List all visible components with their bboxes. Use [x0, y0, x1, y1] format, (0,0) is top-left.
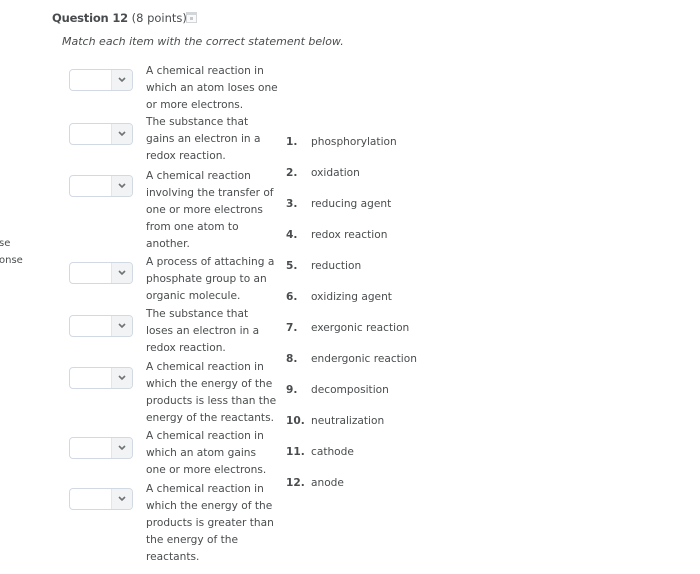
choice-label: exergonic reaction — [311, 322, 410, 334]
choice-number: 7. — [286, 322, 298, 334]
choice-number: 11. — [286, 446, 305, 458]
choice-item: 12. anode — [286, 477, 344, 489]
question-points: (8 points) — [131, 11, 187, 25]
match-select[interactable] — [69, 175, 133, 197]
statement-text: A chemical reaction in which the energy … — [146, 361, 277, 424]
choice-item: 9. decomposition — [286, 384, 389, 396]
chevron-down-icon — [111, 124, 132, 144]
chevron-down-icon — [111, 489, 132, 509]
sidebar-fragment: se — [0, 238, 11, 249]
choice-label: phosphorylation — [311, 136, 397, 148]
choice-item: 3. reducing agent — [286, 198, 391, 210]
sidebar-fragment: onse — [0, 255, 23, 266]
choice-label: neutralization — [311, 415, 385, 427]
choice-label: reducing agent — [311, 198, 392, 210]
match-select[interactable] — [69, 69, 133, 91]
chevron-down-icon — [111, 438, 132, 458]
choice-number: 10. — [286, 415, 305, 427]
match-select[interactable] — [69, 315, 133, 337]
choice-item: 4. redox reaction — [286, 229, 387, 241]
choice-number: 1. — [286, 136, 298, 148]
statement-text: A chemical reaction in which an atom gai… — [146, 430, 267, 476]
match-select[interactable] — [69, 437, 133, 459]
statement-text: A chemical reaction involving the transf… — [146, 170, 274, 250]
choice-item: 10. neutralization — [286, 415, 384, 427]
choice-label: reduction — [311, 260, 362, 272]
choice-item: 7. exergonic reaction — [286, 322, 409, 334]
chevron-down-icon — [111, 368, 132, 388]
choice-item: 5. reduction — [286, 260, 361, 272]
choice-item: 8. endergonic reaction — [286, 353, 417, 365]
chevron-down-icon — [111, 263, 132, 283]
choice-number: 5. — [286, 260, 298, 272]
choice-label: oxidation — [311, 167, 360, 179]
chevron-down-icon — [111, 316, 132, 336]
match-select[interactable] — [69, 367, 133, 389]
bookmark-flag-icon[interactable] — [186, 12, 197, 23]
choice-label: oxidizing agent — [311, 291, 392, 303]
statement-text: A chemical reaction in which the energy … — [146, 483, 274, 563]
statement-text: The substance that gains an electron in … — [146, 116, 261, 162]
choice-label: cathode — [311, 446, 354, 458]
choice-number: 8. — [286, 353, 298, 365]
chevron-down-icon — [111, 70, 132, 90]
choice-number: 2. — [286, 167, 298, 179]
statement-text: A chemical reaction in which an atom los… — [146, 65, 278, 111]
choice-label: decomposition — [311, 384, 389, 396]
choice-item: 11. cathode — [286, 446, 354, 458]
choice-number: 3. — [286, 198, 298, 210]
choice-number: 4. — [286, 229, 298, 241]
match-select[interactable] — [69, 488, 133, 510]
choice-number: 12. — [286, 477, 305, 489]
choice-item: 2. oxidation — [286, 167, 360, 179]
choice-label: endergonic reaction — [311, 353, 417, 365]
statement-text: A process of attaching a phosphate group… — [146, 256, 275, 302]
choice-item: 6. oxidizing agent — [286, 291, 392, 303]
statement-text: The substance that loses an electron in … — [146, 308, 260, 354]
choice-number: 9. — [286, 384, 298, 396]
match-select[interactable] — [69, 262, 133, 284]
question-title: Question 12 — [52, 11, 128, 25]
choice-label: anode — [311, 477, 344, 489]
choice-item: 1. phosphorylation — [286, 136, 397, 148]
question-header: Question 12 (8 points) — [52, 11, 187, 25]
question-instructions: Match each item with the correct stateme… — [62, 35, 344, 48]
choice-label: redox reaction — [311, 229, 388, 241]
match-select[interactable] — [69, 123, 133, 145]
chevron-down-icon — [111, 176, 132, 196]
choice-number: 6. — [286, 291, 298, 303]
